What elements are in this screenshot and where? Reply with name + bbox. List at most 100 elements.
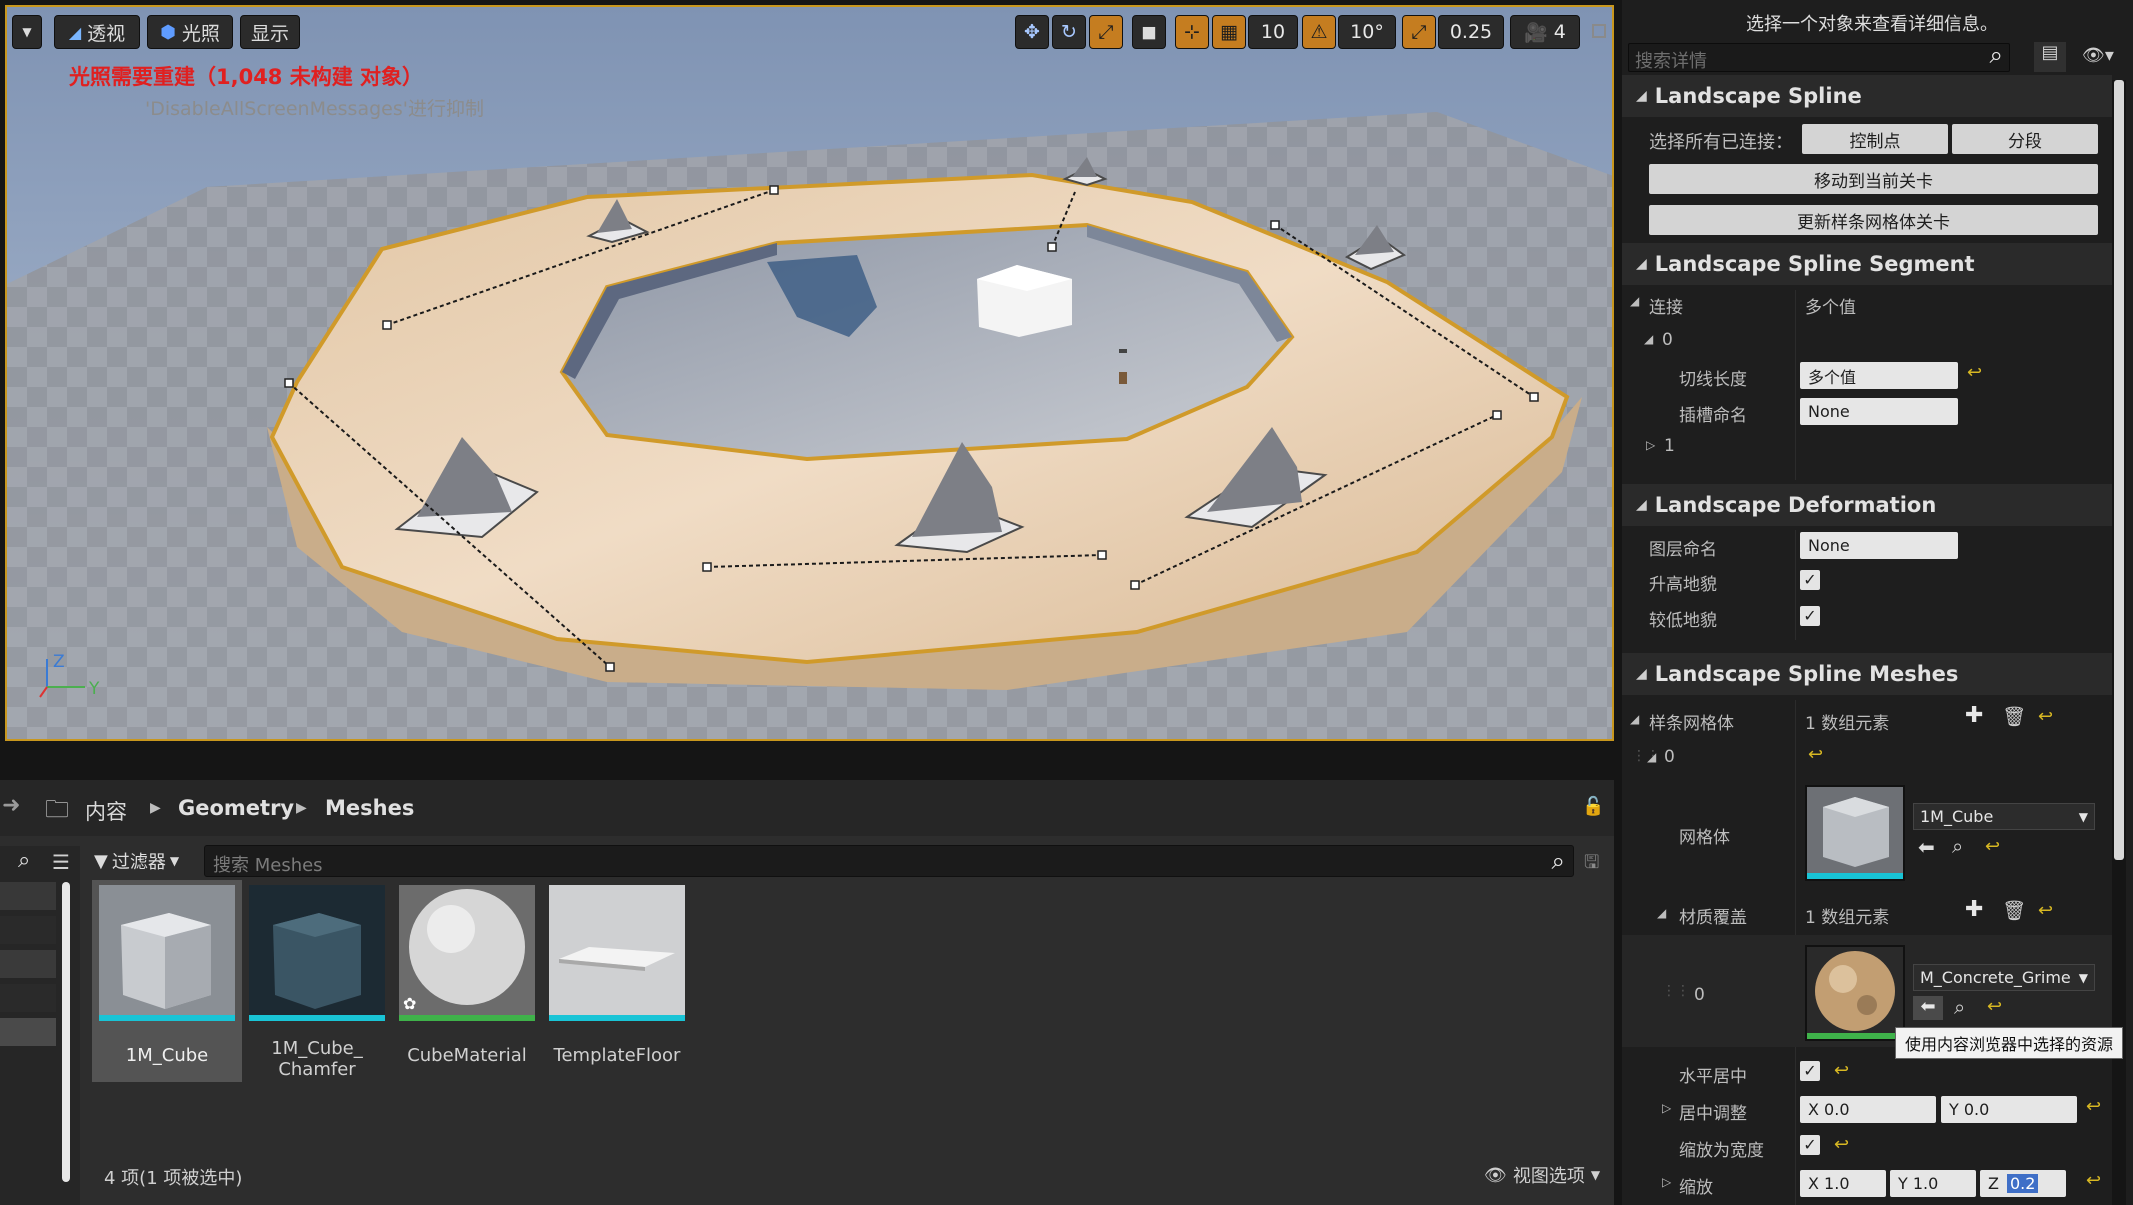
view-options-button[interactable]: 👁 视图选项 ▼ bbox=[1484, 1162, 1600, 1188]
section-landscape-deformation[interactable]: ◢ Landscape Deformation bbox=[1622, 484, 2112, 526]
rotate-tool-button[interactable]: ↻ bbox=[1052, 15, 1086, 49]
property-matrix-icon[interactable]: ▤ bbox=[2034, 42, 2066, 72]
use-selected-asset-arrow-icon[interactable]: ⬅ bbox=[1918, 835, 1935, 859]
viewport-menu-button[interactable]: ▼ bbox=[12, 15, 42, 49]
show-button[interactable]: 显示 bbox=[240, 15, 300, 49]
asset-search-input[interactable]: 搜索 Meshes ⌕ bbox=[204, 845, 1574, 877]
material-thumbnail[interactable] bbox=[1805, 945, 1905, 1041]
asset-count-status: 4 项(1 项被选中) bbox=[104, 1168, 243, 1189]
reset-to-default-icon[interactable]: ↩ bbox=[1987, 996, 2002, 1017]
lock-icon[interactable]: 🔓 bbox=[1582, 796, 1604, 817]
perspective-button[interactable]: ◢ 透视 bbox=[54, 15, 140, 49]
search-icon[interactable]: ⌕ bbox=[1990, 41, 2003, 69]
section-landscape-spline-segment[interactable]: ◢ Landscape Spline Segment bbox=[1622, 243, 2112, 285]
add-element-icon[interactable]: ✚ bbox=[1965, 897, 1983, 922]
trash-icon[interactable]: 🗑 bbox=[2002, 899, 2026, 922]
asset-thumb-1m-cube-chamfer[interactable] bbox=[249, 885, 385, 1021]
collapsed-triangle-icon[interactable]: ▷ bbox=[1662, 1175, 1671, 1189]
drag-handle-icon[interactable]: ⋮⋮ bbox=[1662, 983, 1690, 999]
reset-to-default-icon[interactable]: ↩ bbox=[1834, 1134, 1849, 1155]
reset-to-default-icon[interactable]: ↩ bbox=[2086, 1170, 2101, 1191]
rotate-snap-value[interactable]: 10° bbox=[1338, 15, 1396, 49]
reset-to-default-icon[interactable]: ↩ bbox=[2086, 1096, 2101, 1117]
camera-speed-button[interactable]: 🎥 4 bbox=[1510, 15, 1580, 49]
axis-z-label: Z bbox=[53, 652, 65, 672]
save-search-icon[interactable]: 🖫 bbox=[1584, 850, 1599, 880]
asset-label-1m-cube-chamfer: 1M_Cube_ Chamfer bbox=[271, 1038, 363, 1080]
raise-terrain-checkbox[interactable]: ✓ bbox=[1800, 570, 1820, 590]
material-asset-picker[interactable]: M_Concrete_Grime ▼ bbox=[1913, 964, 2095, 991]
maximize-viewport-icon[interactable] bbox=[1592, 24, 1606, 38]
trash-icon[interactable]: 🗑 bbox=[2002, 705, 2026, 728]
breadcrumb-meshes[interactable]: Meshes bbox=[325, 796, 414, 820]
surface-snap-button[interactable]: ⊹ bbox=[1175, 15, 1209, 49]
breadcrumb-geometry[interactable]: Geometry bbox=[178, 796, 294, 820]
section-landscape-spline[interactable]: ◢ Landscape Spline bbox=[1622, 75, 2112, 117]
center-adjust-x-input[interactable]: X 0.0 bbox=[1800, 1096, 1936, 1123]
socket-name-input[interactable]: None bbox=[1800, 398, 1958, 425]
lower-terrain-checkbox[interactable]: ✓ bbox=[1800, 606, 1820, 626]
search-icon[interactable]: ⌕ bbox=[1552, 847, 1565, 875]
mesh-asset-picker[interactable]: 1M_Cube ▼ bbox=[1913, 803, 2095, 830]
scale-snap-toggle[interactable]: ⤢ bbox=[1402, 15, 1436, 49]
scale-z-prefix: Z bbox=[1988, 1174, 1999, 1193]
sources-scrollbar[interactable] bbox=[62, 882, 70, 1182]
asset-thumb-1m-cube[interactable] bbox=[99, 885, 235, 1021]
reset-to-default-icon[interactable]: ↩ bbox=[2038, 900, 2053, 921]
level-viewport[interactable]: Z Y ▼ ◢ 透视 ⬢ 光照 显示 ✥ ↻ ⤢ ◼ ⊹ ▦ 10 ⚠ 10° … bbox=[5, 5, 1614, 741]
scale-snap-value[interactable]: 0.25 bbox=[1438, 15, 1504, 49]
update-spline-mesh-levels-button[interactable]: 更新样条网格体关卡 bbox=[1649, 205, 2098, 235]
reset-to-default-icon[interactable]: ↩ bbox=[1985, 836, 2000, 857]
grid-snap-value[interactable]: 10 bbox=[1248, 15, 1298, 49]
forward-arrow-icon[interactable]: ➜ bbox=[2, 793, 20, 818]
list-icon[interactable]: ☰ bbox=[52, 850, 70, 874]
add-element-icon[interactable]: ✚ bbox=[1965, 703, 1983, 728]
reset-to-default-icon[interactable]: ↩ bbox=[2038, 706, 2053, 727]
world-local-button[interactable]: ◼ bbox=[1132, 15, 1166, 49]
search-icon[interactable]: ⌕ bbox=[18, 848, 30, 873]
scale-y-input[interactable]: Y 1.0 bbox=[1890, 1170, 1976, 1197]
camera-speed-value-text: 4 bbox=[1553, 21, 1566, 43]
expand-triangle-icon[interactable]: ◢ bbox=[1647, 750, 1656, 764]
filter-button[interactable]: ▼ 过滤器 ▼ bbox=[94, 846, 198, 876]
scale-x-input[interactable]: X 1.0 bbox=[1800, 1170, 1886, 1197]
center-adjust-y-input[interactable]: Y 0.0 bbox=[1941, 1096, 2077, 1123]
rotate-snap-toggle[interactable]: ⚠ bbox=[1302, 15, 1336, 49]
folder-tree[interactable] bbox=[0, 882, 56, 1182]
collapsed-triangle-icon[interactable]: ▷ bbox=[1662, 1101, 1671, 1115]
chevron-down-icon: ▼ bbox=[2078, 809, 2088, 824]
collapsed-triangle-icon[interactable]: ▷ bbox=[1646, 438, 1655, 452]
section-landscape-spline-meshes[interactable]: ◢ Landscape Spline Meshes bbox=[1622, 653, 2112, 695]
reset-to-default-icon[interactable]: ↩ bbox=[1967, 362, 1982, 383]
asset-thumb-template-floor[interactable] bbox=[549, 885, 685, 1021]
expand-triangle-icon[interactable]: ◢ bbox=[1630, 712, 1639, 726]
mesh-thumbnail[interactable] bbox=[1805, 785, 1905, 881]
reset-to-default-icon[interactable]: ↩ bbox=[1808, 744, 1823, 765]
chevron-down-icon: ▼ bbox=[2078, 970, 2088, 985]
center-horizontally-checkbox[interactable]: ✓ bbox=[1800, 1061, 1820, 1081]
expand-triangle-icon[interactable]: ◢ bbox=[1657, 906, 1666, 920]
translate-tool-button[interactable]: ✥ bbox=[1015, 15, 1049, 49]
control-points-button[interactable]: 控制点 bbox=[1802, 124, 1948, 154]
segments-button[interactable]: 分段 bbox=[1952, 124, 2098, 154]
scale-tool-button[interactable]: ⤢ bbox=[1089, 15, 1123, 49]
browse-asset-icon[interactable]: ⌕ bbox=[1954, 995, 1965, 1019]
asset-thumb-cube-material[interactable]: ✿ bbox=[399, 885, 535, 1021]
layer-name-input[interactable]: None bbox=[1800, 532, 1958, 559]
expand-triangle-icon[interactable]: ◢ bbox=[1630, 294, 1639, 308]
breadcrumb-content[interactable]: 内容 bbox=[85, 796, 127, 826]
scale-to-width-checkbox[interactable]: ✓ bbox=[1800, 1135, 1820, 1155]
tangent-length-input[interactable]: 多个值 bbox=[1800, 362, 1958, 389]
use-selected-asset-arrow-icon[interactable]: ⬅ bbox=[1913, 996, 1943, 1020]
details-scrollbar-thumb[interactable] bbox=[2114, 80, 2124, 860]
browse-asset-icon[interactable]: ⌕ bbox=[1952, 834, 1963, 858]
expand-triangle-icon[interactable]: ◢ bbox=[1644, 332, 1653, 346]
grid-snap-toggle[interactable]: ▦ bbox=[1212, 15, 1246, 49]
spline-meshes-label: 样条网格体 bbox=[1649, 714, 1734, 734]
details-search-input[interactable]: 搜索详情 ⌕ bbox=[1628, 41, 2010, 72]
move-to-level-button[interactable]: 移动到当前关卡 bbox=[1649, 164, 2098, 194]
scale-z-input[interactable]: Z 0.2 bbox=[1980, 1170, 2066, 1197]
lit-mode-button[interactable]: ⬢ 光照 bbox=[147, 15, 233, 49]
eye-visibility-icon[interactable]: 👁▾ bbox=[2082, 45, 2114, 66]
reset-to-default-icon[interactable]: ↩ bbox=[1834, 1060, 1849, 1081]
